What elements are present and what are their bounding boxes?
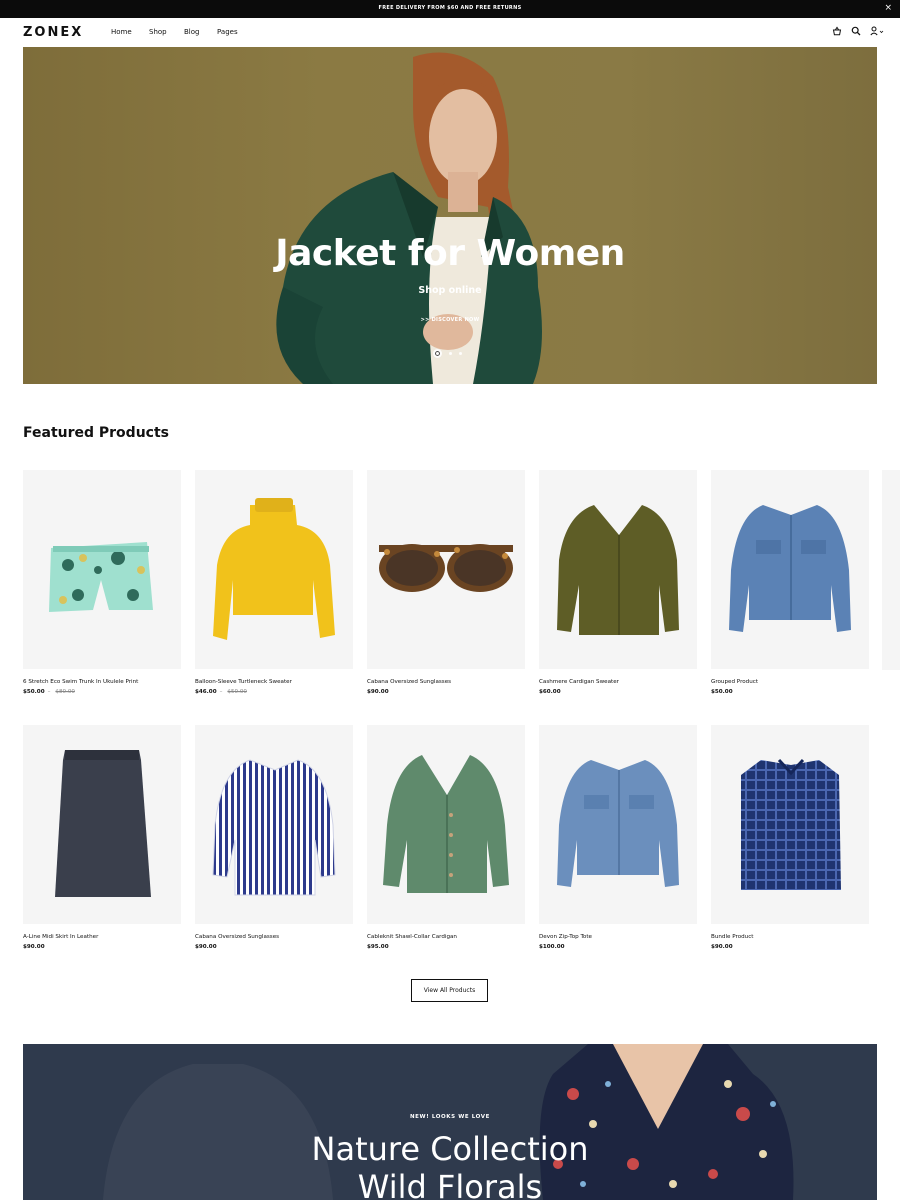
hero-title: Jacket for Women	[275, 233, 625, 274]
banner-subtitle: Wild Florals	[357, 1168, 543, 1200]
product-price: $50.00– $80.00	[23, 689, 75, 695]
product-name[interactable]: Cableknit Shawl-Collar Cardigan	[367, 934, 525, 940]
product-card[interactable]: Cabana Oversized Sunglasses $90.00	[195, 725, 353, 950]
product-price: $100.00	[539, 944, 565, 950]
product-name[interactable]: Cashmere Cardigan Sweater	[539, 679, 697, 685]
product-price: $60.00	[539, 689, 561, 695]
slider-dots	[433, 349, 462, 358]
product-image-cardigan[interactable]	[539, 470, 697, 669]
product-name[interactable]: Devon Zip-Top Tote	[539, 934, 697, 940]
product-name[interactable]: Bundle Product	[711, 934, 869, 940]
search-icon[interactable]	[851, 26, 861, 36]
nav-blog[interactable]: Blog	[184, 28, 217, 36]
product-name[interactable]: Cabana Oversized Sunglasses	[367, 679, 525, 685]
discover-now-link[interactable]: >> DISCOVER NOW	[23, 317, 877, 323]
product-card[interactable]: Cableknit Shawl-Collar Cardigan $95.00	[367, 725, 525, 950]
slider-dot[interactable]	[459, 352, 462, 355]
featured-products-title: Featured Products	[23, 425, 169, 441]
product-card[interactable]: Bundle Product $90.00	[711, 725, 869, 950]
product-price: $90.00	[711, 944, 733, 950]
product-price: $90.00	[195, 944, 217, 950]
close-icon[interactable]: ×	[884, 3, 892, 13]
product-image-plaid-shirt[interactable]	[711, 725, 869, 924]
product-card[interactable]: Cashmere Cardigan Sweater $60.00	[539, 470, 697, 695]
product-price: $95.00	[367, 944, 389, 950]
nav-shop[interactable]: Shop	[149, 28, 184, 36]
product-price: $50.00	[711, 689, 733, 695]
product-name[interactable]: Cabana Oversized Sunglasses	[195, 934, 353, 940]
product-name[interactable]: 6 Stretch Eco Swim Trunk In Ukulele Prin…	[23, 679, 181, 685]
banner-eyebrow: NEW! LOOKS WE LOVE	[409, 1114, 491, 1120]
collection-banner: NEW! LOOKS WE LOVE Nature Collection Wil…	[23, 1044, 877, 1200]
product-card[interactable]: A-Line Midi Skirt In Leather $90.00	[23, 725, 181, 950]
product-image-leather-skirt[interactable]	[23, 725, 181, 924]
product-name[interactable]: Balloon-Sleeve Turtleneck Sweater	[195, 679, 353, 685]
slider-dot[interactable]	[433, 349, 442, 358]
hero-subtitle: Shop online	[418, 285, 482, 296]
product-card[interactable]: 6 Stretch Eco Swim Trunk In Ukulele Prin…	[23, 470, 181, 695]
site-header: ZONEX Home Shop Blog Pages	[0, 18, 900, 46]
product-card[interactable]: Cabana Oversized Sunglasses $90.00	[367, 470, 525, 695]
product-image-partial[interactable]	[882, 470, 900, 670]
slider-dot[interactable]	[449, 352, 452, 355]
product-card[interactable]: Devon Zip-Top Tote $100.00	[539, 725, 697, 950]
view-all-products-button[interactable]: View All Products	[411, 979, 488, 1002]
header-actions	[832, 26, 884, 36]
user-icon[interactable]	[870, 26, 884, 36]
banner-title: Nature Collection	[311, 1130, 589, 1168]
site-logo[interactable]: ZONEX	[23, 25, 83, 40]
promo-message: FREE DELIVERY FROM $60 AND FREE RETURNS	[378, 5, 522, 11]
product-image-turtleneck[interactable]	[195, 470, 353, 669]
product-image-sunglasses[interactable]	[367, 470, 525, 669]
product-image-swim-trunk[interactable]	[23, 470, 181, 669]
product-card[interactable]: Grouped Product $50.00	[711, 470, 869, 695]
product-name[interactable]: Grouped Product	[711, 679, 869, 685]
product-image-cableknit-cardigan[interactable]	[367, 725, 525, 924]
product-price: $90.00	[23, 944, 45, 950]
promo-bar: FREE DELIVERY FROM $60 AND FREE RETURNS …	[0, 0, 900, 18]
nav-home[interactable]: Home	[111, 28, 149, 36]
product-price: $46.00– $50.00	[195, 689, 247, 695]
product-image-striped-shirt[interactable]	[195, 725, 353, 924]
product-name[interactable]: A-Line Midi Skirt In Leather	[23, 934, 181, 940]
product-card[interactable]: Balloon-Sleeve Turtleneck Sweater $46.00…	[195, 470, 353, 695]
hero-model-image	[276, 52, 542, 384]
basket-icon[interactable]	[832, 26, 842, 36]
hero-slider: Jacket for Women Shop online >> DISCOVER…	[23, 47, 877, 384]
product-image-denim-jacket-2[interactable]	[539, 725, 697, 924]
product-price: $90.00	[367, 689, 389, 695]
nav-pages[interactable]: Pages	[217, 28, 247, 36]
product-image-denim-jacket[interactable]	[711, 470, 869, 669]
main-nav: Home Shop Blog Pages	[111, 28, 247, 36]
